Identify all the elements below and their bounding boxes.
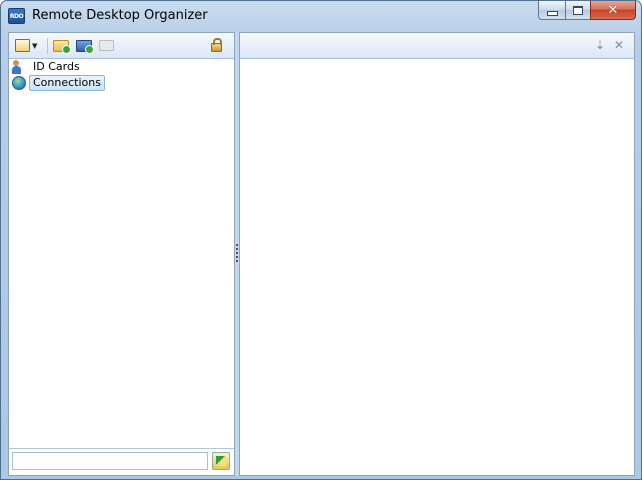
globe-icon [12,76,26,90]
app-window: RDO Remote Desktop Organizer ✕ ▼ ID Card… [0,0,642,480]
chevron-down-icon: ▼ [32,41,38,50]
app-logo-icon: RDO [8,8,25,24]
tree-item-connections[interactable]: Connections [12,75,105,91]
right-toolbar: ⇣ ✕ [240,33,634,59]
id-card-button[interactable] [99,37,114,54]
close-button[interactable]: ✕ [590,1,636,20]
minimize-icon [546,10,558,16]
title-bar[interactable]: RDO Remote Desktop Organizer ✕ [1,1,641,31]
search-button[interactable] [212,452,230,470]
lock-icon [211,38,222,52]
maximize-icon [573,5,583,15]
tree-item-label: Connections [29,75,105,91]
caption-buttons: ✕ [538,1,636,21]
close-icon: ✕ [607,2,619,18]
minimize-button[interactable] [538,1,565,20]
window-title: Remote Desktop Organizer [32,8,208,23]
new-item-icon [15,39,30,52]
left-pane: ▼ ID Cards Connections [8,32,235,476]
right-pane: ⇣ ✕ [239,32,635,476]
maximize-button[interactable] [565,1,590,20]
search-bar [9,448,234,475]
client-area: ▼ ID Cards Connections ⇣ ✕ [8,32,635,476]
add-folder-icon [53,39,71,54]
splitter-grip-icon [236,244,238,264]
id-card-icon [99,40,114,51]
toolbar-separator [47,38,48,54]
add-folder-button[interactable] [53,37,71,54]
pin-icon[interactable]: ⇣ [595,38,605,52]
search-input[interactable] [12,452,208,470]
left-toolbar: ▼ [9,33,234,59]
new-dropdown-button[interactable]: ▼ [15,37,37,54]
add-connection-icon [76,39,94,54]
close-panel-icon[interactable]: ✕ [614,38,624,52]
lock-button[interactable] [211,37,222,54]
add-connection-button[interactable] [76,37,94,54]
tree-item-id-cards[interactable]: ID Cards [12,59,83,75]
people-icon [12,60,27,74]
tree-item-label: ID Cards [33,60,80,73]
